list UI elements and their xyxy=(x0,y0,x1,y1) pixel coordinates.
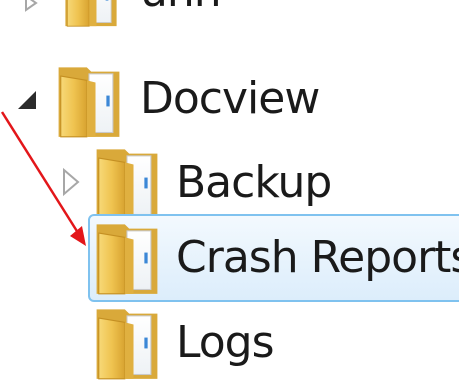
red-arrow-icon xyxy=(0,111,86,246)
